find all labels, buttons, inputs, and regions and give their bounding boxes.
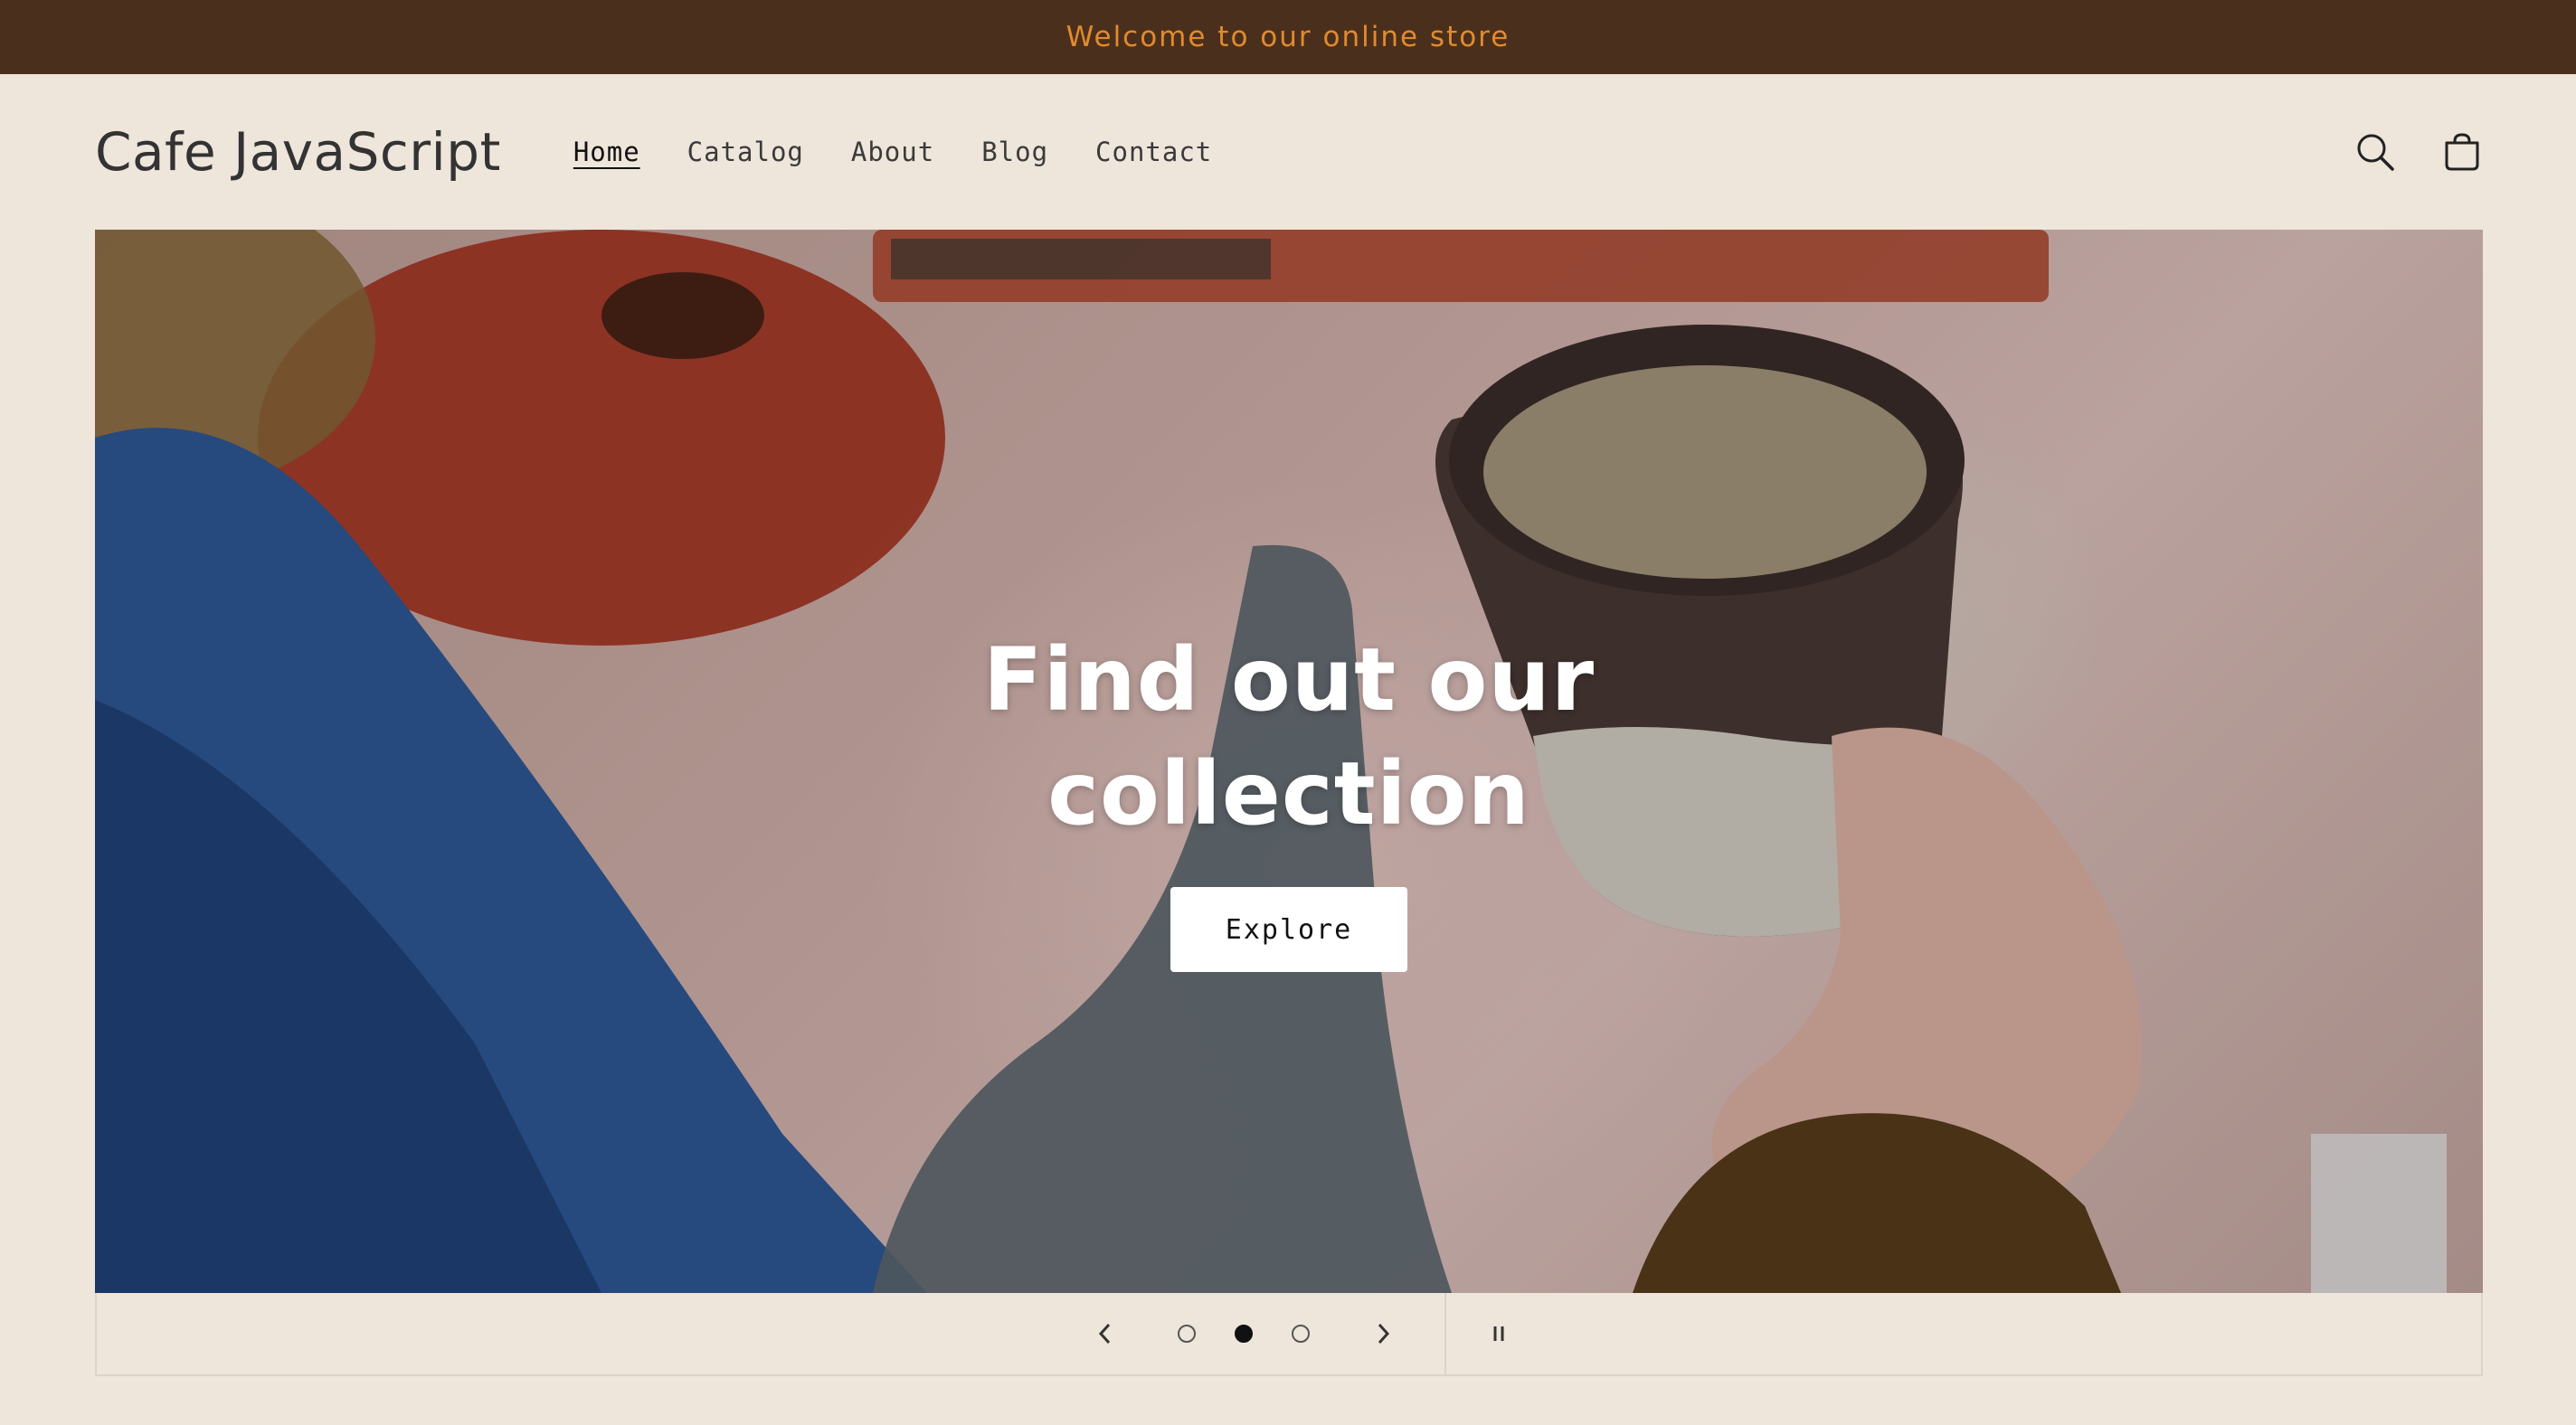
cart-icon[interactable] xyxy=(2441,131,2483,173)
header-icons xyxy=(2354,131,2483,173)
nav-item-catalog[interactable]: Catalog xyxy=(687,137,804,167)
pause-slideshow-button[interactable] xyxy=(1472,1293,1526,1374)
hero-content: Find out our collection Explore xyxy=(95,230,2483,1293)
site-logo[interactable]: Cafe JavaScript xyxy=(95,121,501,183)
search-icon[interactable] xyxy=(2354,131,2396,173)
chevron-right-icon xyxy=(1378,1323,1390,1345)
next-slide-button[interactable] xyxy=(1356,1293,1410,1374)
slide-dot-2[interactable] xyxy=(1226,1293,1262,1374)
announcement-bar: Welcome to our online store xyxy=(0,0,2576,74)
slide-dot-3[interactable] xyxy=(1283,1293,1319,1374)
hero-slideshow: Find out our collection Explore xyxy=(95,230,2483,1293)
slider-controls xyxy=(95,1293,2483,1376)
previous-slide-button[interactable] xyxy=(1078,1293,1132,1374)
slide-dot-1[interactable] xyxy=(1169,1293,1205,1374)
explore-button[interactable]: Explore xyxy=(1170,887,1407,972)
slide-dot-indicator xyxy=(1292,1325,1310,1343)
chevron-left-icon xyxy=(1098,1323,1111,1345)
slide-dot-indicator-active xyxy=(1235,1325,1253,1343)
nav-item-contact[interactable]: Contact xyxy=(1095,137,1212,167)
hero-title: Find out our collection xyxy=(982,629,1596,845)
pause-icon xyxy=(1493,1326,1504,1341)
site-header: Cafe JavaScript Home Catalog About Blog … xyxy=(95,74,2483,230)
nav-item-home[interactable]: Home xyxy=(573,137,640,167)
nav-item-blog[interactable]: Blog xyxy=(981,137,1048,167)
main-nav: Home Catalog About Blog Contact xyxy=(573,137,1212,167)
announcement-text: Welcome to our online store xyxy=(1065,21,1511,53)
nav-item-about[interactable]: About xyxy=(851,137,934,167)
slide-dot-indicator xyxy=(1178,1325,1196,1343)
controls-divider xyxy=(1444,1293,1446,1374)
